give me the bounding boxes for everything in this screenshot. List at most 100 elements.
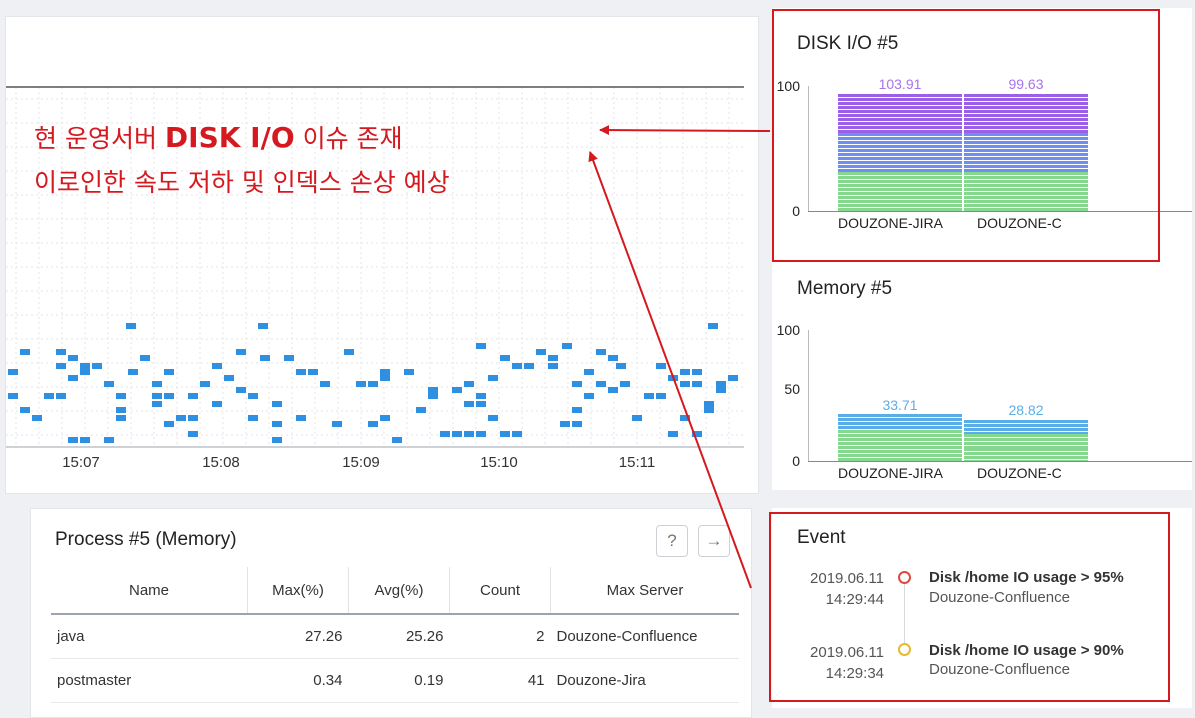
scatter-point — [596, 349, 606, 355]
scatter-point — [44, 393, 54, 399]
scatter-point — [488, 415, 498, 421]
memory-panel: Memory #5 100 50 0 33.71 28.82 DOUZONE-J… — [772, 262, 1192, 490]
scatter-point — [248, 393, 258, 399]
scatter-point — [188, 393, 198, 399]
scatter-point — [356, 381, 366, 387]
scatter-point — [368, 381, 378, 387]
scatter-point — [708, 323, 718, 329]
scatter-point — [692, 381, 702, 387]
scatter-point — [116, 393, 126, 399]
scatter-point — [164, 393, 174, 399]
scatter-point — [416, 407, 426, 413]
scatter-point — [560, 421, 570, 427]
scatter-point — [152, 381, 162, 387]
scatter-point — [272, 437, 282, 443]
disk-io-highlight-box — [772, 9, 1160, 262]
scatter-point — [380, 369, 390, 375]
column-header-avg[interactable]: Avg(%) — [348, 567, 450, 615]
scatter-chart-panel: 15:07 15:08 15:09 15:10 15:11 현 운영서버 DISK I/… — [5, 16, 759, 494]
scatter-point — [68, 355, 78, 361]
column-header-count[interactable]: Count — [449, 567, 551, 615]
cell-max: 27.26 — [247, 614, 349, 659]
scatter-point — [464, 381, 474, 387]
scatter-point — [428, 387, 438, 393]
x-tick-label: 15:08 — [202, 454, 240, 471]
column-header-name[interactable]: Name — [51, 567, 248, 615]
x-tick-label: 15:11 — [619, 454, 655, 471]
scatter-point — [668, 375, 678, 381]
memory-bar-douzone-jira[interactable] — [838, 414, 962, 461]
scatter-point — [80, 369, 90, 375]
scatter-point — [536, 349, 546, 355]
bar-segment — [964, 420, 1088, 434]
annotation-line-1-strong: DISK I/O — [164, 121, 295, 154]
memory-category-douzone-jira: DOUZONE-JIRA — [838, 465, 943, 481]
scatter-point — [524, 363, 534, 369]
scatter-point — [704, 407, 714, 413]
memory-value-label-douzone-c: 28.82 — [1008, 402, 1044, 418]
scatter-point — [380, 415, 390, 421]
bar-segment — [838, 414, 962, 430]
scatter-point — [644, 393, 654, 399]
scatter-point — [126, 323, 136, 329]
column-header-max[interactable]: Max(%) — [247, 567, 349, 615]
cell-count: 41 — [449, 658, 551, 703]
annotation-line-2: 이로인한 속도 저하 및 인덱스 손상 예상 — [34, 168, 450, 197]
scatter-point — [56, 363, 66, 369]
scatter-point — [500, 431, 510, 437]
cell-max-server: Douzone-Jira — [550, 658, 739, 703]
scatter-x-ticks: 15:07 15:08 15:09 15:10 15:11 — [62, 454, 655, 471]
scatter-point — [308, 369, 318, 375]
scatter-point — [212, 401, 222, 407]
scatter-point — [572, 407, 582, 413]
scatter-point — [164, 369, 174, 375]
scatter-point — [392, 437, 402, 443]
scatter-point — [380, 375, 390, 381]
scatter-point — [572, 421, 582, 427]
annotation-line-1-prefix: 현 운영서버 — [34, 124, 165, 153]
memory-value-label-douzone-jira: 33.71 — [882, 397, 918, 413]
scatter-point — [596, 381, 606, 387]
scatter-point — [404, 369, 414, 375]
bar-segment — [964, 434, 1088, 448]
memory-bar-douzone-c[interactable] — [964, 420, 1088, 461]
bar-segment — [838, 430, 962, 446]
scatter-point — [248, 415, 258, 421]
scatter-point — [584, 393, 594, 399]
scatter-point — [344, 349, 354, 355]
scatter-point — [260, 355, 270, 361]
scatter-point — [152, 401, 162, 407]
scatter-point — [104, 381, 114, 387]
scatter-point — [548, 355, 558, 361]
scatter-points — [8, 323, 738, 443]
memory-y-tick-bottom: 0 — [792, 453, 800, 469]
scatter-point — [464, 401, 474, 407]
cell-name: postmaster — [51, 658, 248, 703]
process-title: Process #5 (Memory) — [55, 529, 237, 550]
scatter-point — [488, 375, 498, 381]
table-row[interactable]: postmaster 0.34 0.19 41 Douzone-Jira — [51, 658, 739, 703]
memory-y-axis — [808, 330, 809, 462]
cell-avg: 25.26 — [348, 614, 450, 659]
scatter-point — [188, 431, 198, 437]
event-highlight-box — [769, 512, 1170, 702]
scatter-point — [8, 393, 18, 399]
help-button[interactable]: ? — [656, 525, 688, 557]
scatter-point — [92, 363, 102, 369]
scatter-point — [692, 431, 702, 437]
expand-arrow-icon[interactable]: → — [698, 525, 730, 557]
scatter-point — [680, 415, 690, 421]
table-row[interactable]: java 27.26 25.26 2 Douzone-Confluence — [51, 614, 739, 659]
scatter-point — [440, 431, 450, 437]
column-header-max-server[interactable]: Max Server — [550, 567, 739, 615]
scatter-point — [68, 375, 78, 381]
bar-segment — [838, 446, 962, 461]
scatter-point — [548, 363, 558, 369]
scatter-point — [572, 381, 582, 387]
scatter-point — [296, 415, 306, 421]
memory-category-douzone-c: DOUZONE-C — [977, 465, 1062, 481]
x-tick-label: 15:09 — [342, 454, 380, 471]
process-table-header-row: Name Max(%) Avg(%) Count Max Server — [51, 567, 739, 615]
scatter-point — [728, 375, 738, 381]
cell-max-server: Douzone-Confluence — [550, 614, 739, 659]
